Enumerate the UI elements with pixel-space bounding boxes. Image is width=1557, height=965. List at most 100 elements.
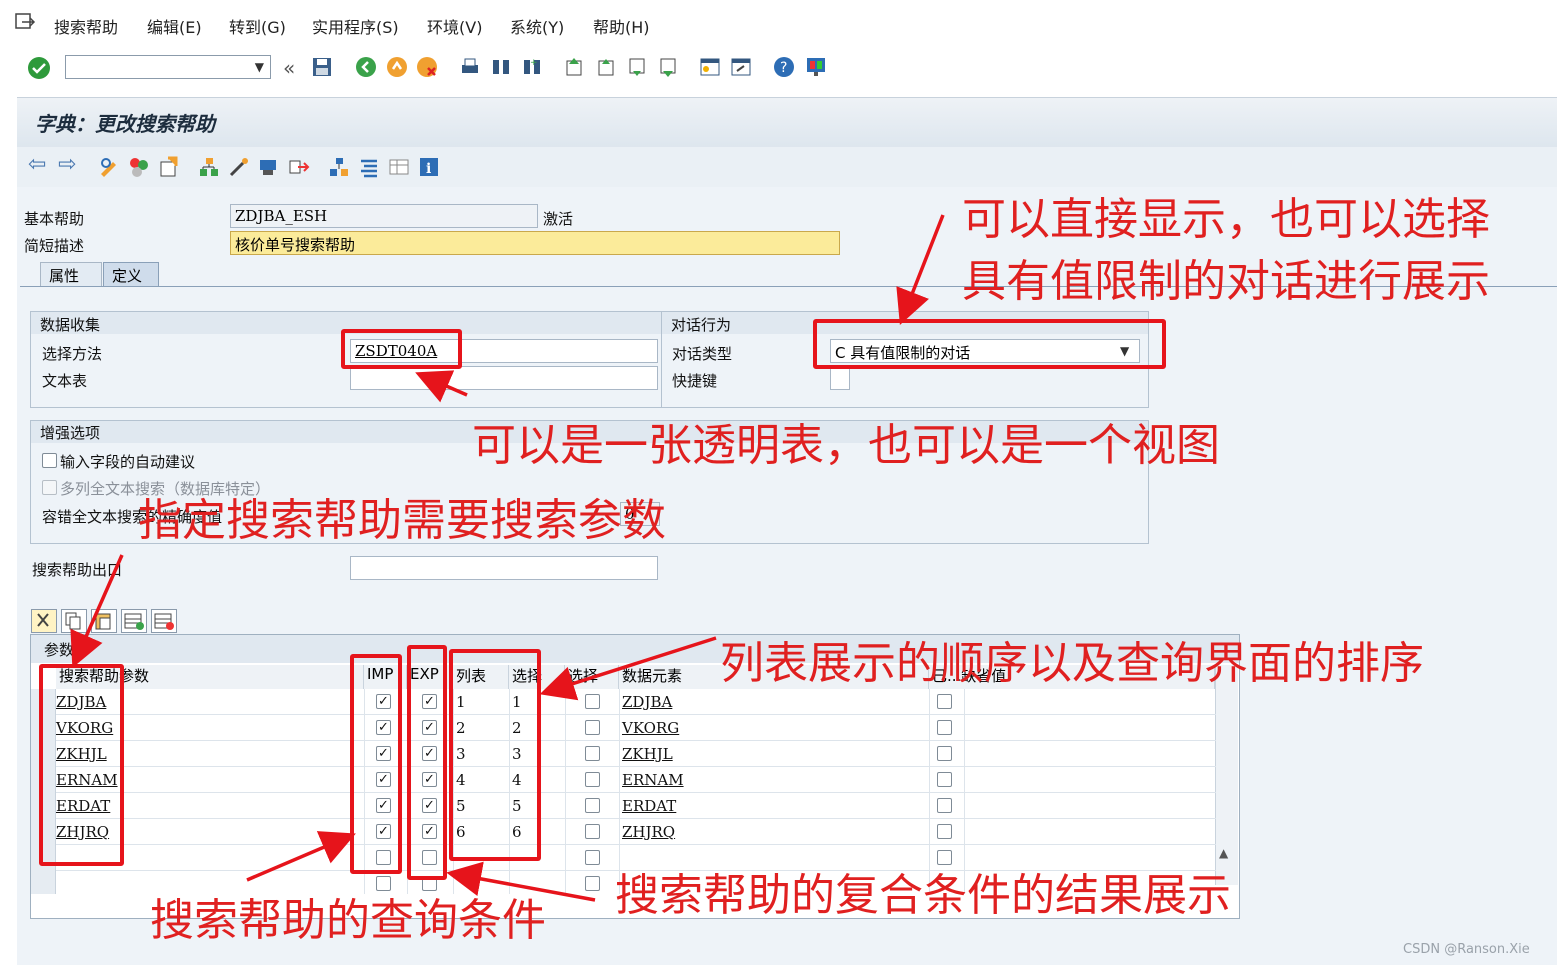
short-desc-input[interactable]: 核价单号搜索帮助 bbox=[230, 231, 840, 255]
exit-input[interactable] bbox=[350, 556, 658, 580]
menu-search-help[interactable]: 搜索帮助 bbox=[54, 14, 118, 38]
select-only-checkbox[interactable] bbox=[585, 824, 600, 839]
menu-bar: 搜索帮助 编辑(E) 转到(G) 实用程序(S) 环境(V) 系统(Y) 帮助(… bbox=[0, 0, 1557, 49]
new-session-icon[interactable] bbox=[699, 56, 721, 78]
status-text: 激活 bbox=[543, 210, 574, 228]
row-divider bbox=[56, 766, 1216, 767]
menu-edit[interactable]: 编辑(E) bbox=[147, 14, 202, 38]
annotation-list-order: 列表展示的顺序以及查询界面的排序 bbox=[720, 638, 1424, 689]
imp-checkbox[interactable] bbox=[376, 876, 391, 891]
default-checkbox[interactable] bbox=[937, 772, 952, 787]
back-icon[interactable] bbox=[355, 56, 377, 78]
title-area bbox=[17, 97, 1557, 148]
menu-exit-icon[interactable] bbox=[14, 12, 36, 32]
tab-attributes[interactable]: 属性 bbox=[40, 262, 102, 286]
select-only-checkbox[interactable] bbox=[585, 772, 600, 787]
structure-icon[interactable] bbox=[358, 156, 380, 178]
svg-text:+: + bbox=[530, 58, 538, 68]
tab-definition[interactable]: 定义 bbox=[103, 262, 159, 286]
data-element-cell[interactable]: ERNAM bbox=[622, 771, 684, 789]
save-icon[interactable] bbox=[311, 56, 333, 78]
menu-system[interactable]: 系统(Y) bbox=[510, 14, 564, 38]
data-element-cell[interactable]: ERDAT bbox=[622, 797, 676, 815]
arrow-right-icon[interactable]: ⇨ bbox=[58, 152, 76, 177]
data-collection-title: 数据收集 bbox=[40, 316, 101, 334]
find-icon[interactable] bbox=[490, 56, 512, 78]
menu-environment[interactable]: 环境(V) bbox=[427, 14, 482, 38]
next-page-icon[interactable] bbox=[626, 56, 648, 78]
layout-icon[interactable] bbox=[388, 156, 410, 178]
display-change-icon[interactable] bbox=[98, 156, 120, 178]
default-checkbox[interactable] bbox=[937, 850, 952, 865]
chevron-down-icon[interactable]: ▼ bbox=[255, 60, 264, 74]
row-divider bbox=[56, 714, 1216, 715]
highlight-exp-column bbox=[407, 645, 447, 880]
auto-suggest-label: 输入字段的自动建议 bbox=[60, 453, 196, 471]
default-checkbox[interactable] bbox=[937, 694, 952, 709]
page-title: 字典：更改搜索帮助 bbox=[35, 112, 215, 136]
select-only-checkbox[interactable] bbox=[585, 746, 600, 761]
copy-icon[interactable] bbox=[61, 609, 87, 633]
check-object-icon[interactable] bbox=[128, 156, 150, 178]
row-divider bbox=[56, 818, 1216, 819]
cut-icon[interactable] bbox=[31, 609, 57, 633]
auto-suggest-checkbox[interactable] bbox=[42, 453, 57, 468]
basic-help-field: ZDJBA_ESH bbox=[230, 204, 538, 228]
dialog-type-label: 对话类型 bbox=[672, 345, 733, 363]
column-header-select-only[interactable]: 选择 bbox=[565, 665, 619, 689]
select-only-checkbox[interactable] bbox=[585, 850, 600, 865]
menu-help[interactable]: 帮助(H) bbox=[593, 14, 650, 38]
shortcut-icon[interactable] bbox=[730, 56, 752, 78]
default-checkbox[interactable] bbox=[937, 798, 952, 813]
select-method-label: 选择方法 bbox=[42, 345, 103, 363]
menu-goto[interactable]: 转到(G) bbox=[229, 14, 286, 38]
parameter-table-title: 参数 bbox=[44, 641, 75, 659]
select-only-checkbox[interactable] bbox=[585, 694, 600, 709]
graphic-icon[interactable] bbox=[258, 156, 280, 178]
highlight-dialog-type bbox=[813, 319, 1166, 369]
default-checkbox[interactable] bbox=[937, 746, 952, 761]
data-element-cell[interactable]: ZKHJL bbox=[622, 745, 673, 763]
select-only-checkbox[interactable] bbox=[585, 876, 600, 891]
default-checkbox[interactable] bbox=[937, 720, 952, 735]
exit-icon[interactable] bbox=[386, 56, 408, 78]
enhanced-options-title: 增强选项 bbox=[40, 424, 101, 442]
select-only-checkbox[interactable] bbox=[585, 798, 600, 813]
scroll-up-icon[interactable]: ▲ bbox=[1219, 846, 1228, 860]
data-element-cell[interactable]: ZDJBA bbox=[622, 693, 672, 711]
help-icon[interactable]: ? bbox=[773, 56, 795, 78]
first-page-icon[interactable] bbox=[563, 56, 585, 78]
wand-icon[interactable] bbox=[228, 156, 250, 178]
command-field[interactable]: ▼ bbox=[65, 55, 271, 79]
annotation-select-method: 可以是一张透明表，也可以是一个视图 bbox=[472, 420, 1220, 471]
print-icon[interactable] bbox=[459, 56, 481, 78]
default-checkbox[interactable] bbox=[937, 824, 952, 839]
insert-row-icon[interactable] bbox=[121, 609, 147, 633]
paste-icon[interactable] bbox=[91, 609, 117, 633]
exit-label: 搜索帮助出口 bbox=[32, 561, 123, 579]
text-table-label: 文本表 bbox=[42, 372, 88, 390]
data-element-cell[interactable]: VKORG bbox=[622, 719, 679, 737]
select-only-checkbox[interactable] bbox=[585, 720, 600, 735]
row-divider bbox=[56, 844, 1216, 845]
annotation-exp: 搜索帮助的复合条件的结果展示 bbox=[615, 870, 1231, 921]
last-page-icon[interactable] bbox=[657, 56, 679, 78]
menu-utilities[interactable]: 实用程序(S) bbox=[312, 14, 399, 38]
arrow-left-icon[interactable]: ⇦ bbox=[28, 152, 46, 177]
hierarchy-icon[interactable] bbox=[198, 156, 220, 178]
delete-row-icon[interactable] bbox=[151, 609, 177, 633]
find-next-icon[interactable]: + bbox=[521, 56, 543, 78]
activate-icon[interactable] bbox=[158, 156, 180, 178]
navigate-icon[interactable] bbox=[288, 156, 310, 178]
hotkey-input[interactable] bbox=[830, 366, 850, 390]
data-element-cell[interactable]: ZHJRQ bbox=[622, 823, 675, 841]
where-used-icon[interactable] bbox=[328, 156, 350, 178]
text-table-input[interactable] bbox=[350, 366, 658, 390]
highlight-imp-column bbox=[350, 654, 402, 874]
info-icon[interactable]: i bbox=[418, 156, 440, 178]
collapse-icon[interactable]: « bbox=[283, 56, 295, 80]
previous-page-icon[interactable] bbox=[595, 56, 617, 78]
enter-check-icon[interactable] bbox=[27, 56, 51, 80]
customize-layout-icon[interactable] bbox=[805, 56, 827, 78]
cancel-icon[interactable] bbox=[416, 56, 438, 78]
